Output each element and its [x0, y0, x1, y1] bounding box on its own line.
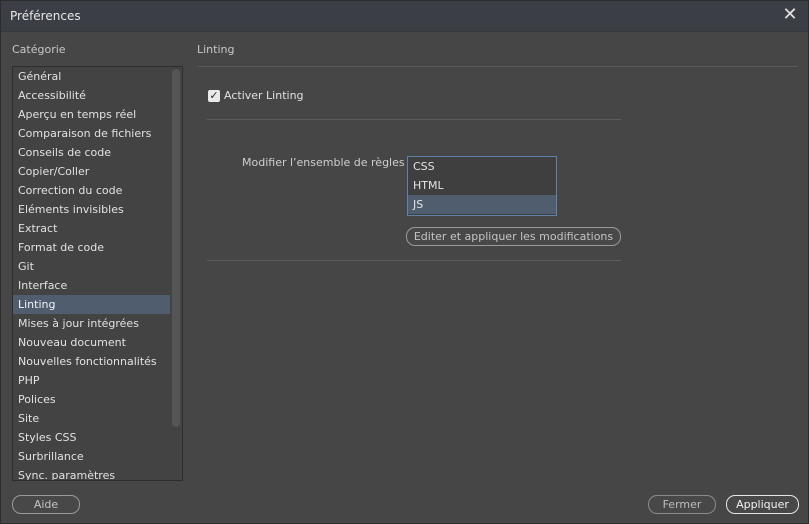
preferences-dialog: Préférences ✕ Catégorie Général Accessibi… — [0, 0, 809, 524]
divider-1 — [207, 119, 621, 120]
category-list[interactable]: Général Accessibilité Aperçu en temps réel… — [12, 66, 183, 481]
category-items: Général Accessibilité Aperçu en temps réel… — [13, 67, 170, 480]
sidebar-item-19[interactable]: Styles CSS — [13, 428, 170, 447]
sidebar-item-4[interactable]: Conseils de code — [13, 143, 170, 162]
sidebar-item-2[interactable]: Aperçu en temps réel — [13, 105, 170, 124]
dialog-title: Préférences — [10, 9, 81, 23]
close-icon[interactable]: ✕ — [779, 5, 801, 27]
ruleset-option-2[interactable]: JS — [408, 195, 556, 214]
sidebar-item-6[interactable]: Correction du code — [13, 181, 170, 200]
category-scrollbar[interactable] — [172, 69, 180, 427]
sidebar-item-8[interactable]: Extract — [13, 219, 170, 238]
category-label: Catégorie — [12, 43, 66, 56]
sidebar-item-20[interactable]: Surbrillance — [13, 447, 170, 466]
ruleset-label: Modifier l’ensemble de règles : — [242, 156, 412, 169]
sidebar-item-17[interactable]: Polices — [13, 390, 170, 409]
enable-linting-label[interactable]: Activer Linting — [224, 89, 304, 102]
ruleset-option-0[interactable]: CSS — [408, 157, 556, 176]
sidebar-item-7[interactable]: Eléments invisibles — [13, 200, 170, 219]
ruleset-option-1[interactable]: HTML — [408, 176, 556, 195]
section-divider — [197, 66, 798, 67]
help-button[interactable]: Aide — [12, 495, 80, 514]
sidebar-item-15[interactable]: Nouvelles fonctionnalités — [13, 352, 170, 371]
sidebar-item-12[interactable]: Linting — [13, 295, 170, 314]
section-title: Linting — [197, 43, 235, 56]
divider-2 — [207, 260, 621, 261]
sidebar-item-0[interactable]: Général — [13, 67, 170, 86]
sidebar-item-5[interactable]: Copier/Coller — [13, 162, 170, 181]
close-button[interactable]: Fermer — [648, 495, 716, 514]
sidebar-item-10[interactable]: Git — [13, 257, 170, 276]
sidebar-item-11[interactable]: Interface — [13, 276, 170, 295]
apply-button[interactable]: Appliquer — [726, 495, 799, 514]
sidebar-item-16[interactable]: PHP — [13, 371, 170, 390]
sidebar-item-1[interactable]: Accessibilité — [13, 86, 170, 105]
sidebar-item-9[interactable]: Format de code — [13, 238, 170, 257]
title-bar: Préférences ✕ — [1, 1, 808, 32]
sidebar-item-21[interactable]: Sync. paramètres — [13, 466, 170, 480]
ruleset-listbox[interactable]: CSS HTML JS — [407, 156, 557, 216]
sidebar-item-14[interactable]: Nouveau document — [13, 333, 170, 352]
edit-apply-button[interactable]: Editer et appliquer les modifications — [406, 227, 621, 246]
sidebar-item-13[interactable]: Mises à jour intégrées — [13, 314, 170, 333]
sidebar-item-3[interactable]: Comparaison de fichiers — [13, 124, 170, 143]
enable-linting-checkbox[interactable]: ✓ — [208, 90, 220, 102]
sidebar-item-18[interactable]: Site — [13, 409, 170, 428]
